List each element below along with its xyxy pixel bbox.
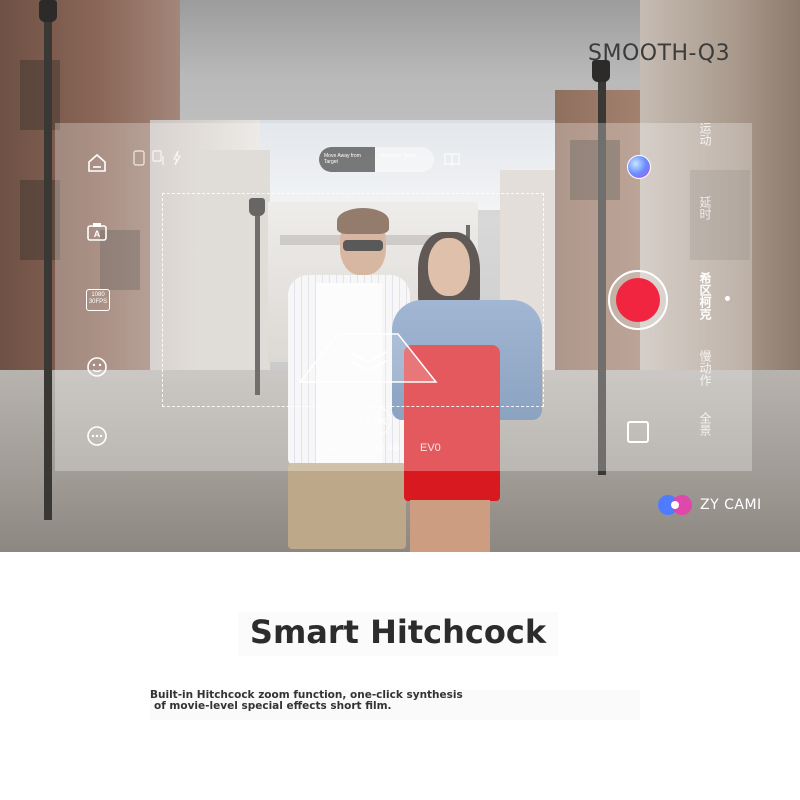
gimbal-icon <box>152 150 166 166</box>
more-icon[interactable] <box>86 425 108 447</box>
resolution-line2: 30FPS <box>88 299 108 305</box>
face-icon[interactable] <box>86 356 108 378</box>
mode-panorama[interactable]: 全景 <box>697 412 714 436</box>
product-photo: A 1080 30FPS Move Away from Target Appro… <box>0 0 800 552</box>
auto-mode-icon[interactable]: A <box>86 221 108 243</box>
approach-option[interactable]: Approach Target <box>375 147 434 172</box>
active-mode-indicator <box>725 296 730 301</box>
feature-description: Built-in Hitchcock zoom function, one-cl… <box>150 690 640 720</box>
zoom-direction-indicator <box>298 333 438 383</box>
phone-icon <box>133 150 145 166</box>
resolution-line1: 1080 <box>91 292 105 298</box>
stop-icon[interactable] <box>627 421 649 443</box>
mode-timelapse[interactable]: 延时 <box>697 196 714 220</box>
shutter-speed-value[interactable]: 1/100 <box>315 442 343 454</box>
record-button[interactable] <box>608 270 668 330</box>
description-line-2: of movie-level special effects short fil… <box>154 700 392 712</box>
gallery-thumbnail[interactable] <box>627 155 651 179</box>
street-lamp-left <box>44 0 52 520</box>
feature-title: Smart Hitchcock <box>238 612 558 656</box>
zy-cami-logo-text: ZY CAMI <box>700 497 762 513</box>
resolution-icon[interactable]: 1080 30FPS <box>86 289 110 311</box>
model-name: SMOOTH-Q3 <box>588 41 731 66</box>
man-shorts <box>288 463 406 549</box>
svg-text:A: A <box>94 229 101 239</box>
mode-sport[interactable]: 运动 <box>697 122 714 146</box>
zoom-level-button[interactable]: 1.0X <box>361 406 391 436</box>
move-away-option[interactable]: Move Away from Target <box>319 147 375 172</box>
flash-icon <box>172 150 182 166</box>
mode-hitchcock[interactable]: 希区柯克 <box>697 272 714 320</box>
record-button-fill <box>616 278 660 322</box>
hitchcock-direction-toggle[interactable]: Move Away from Target Approach Target <box>319 147 434 172</box>
mode-slow-motion[interactable]: 慢动作 <box>697 350 714 386</box>
ev-value[interactable]: EV0 <box>420 442 441 454</box>
zy-cami-logo <box>658 495 692 515</box>
book-icon[interactable] <box>444 152 460 166</box>
home-icon[interactable] <box>86 152 108 174</box>
woman-legs <box>410 500 490 552</box>
iso-value[interactable]: ISO 49 <box>365 442 399 454</box>
